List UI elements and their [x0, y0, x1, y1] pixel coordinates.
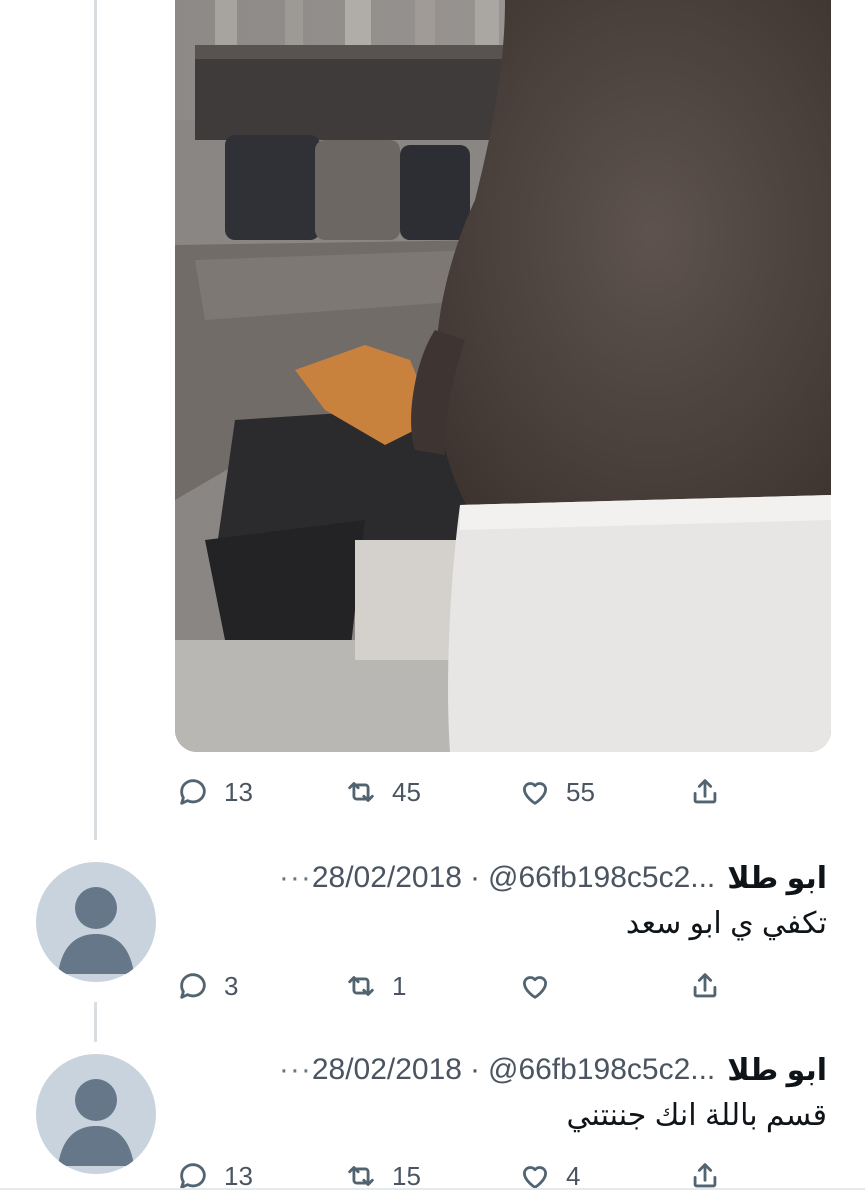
reply-button[interactable]: 13: [176, 1154, 253, 1190]
reply-text: تكفي ي ابو سعد: [625, 907, 827, 940]
retweet-arrows-icon: [348, 782, 374, 802]
reply-count: 3: [224, 970, 239, 1001]
user-handle[interactable]: @66fb198c5c2...: [488, 861, 715, 895]
separator: ·: [469, 1053, 480, 1086]
speech-bubble-icon: [180, 779, 206, 805]
heart-icon: [522, 1166, 548, 1189]
share-button[interactable]: [688, 1154, 722, 1190]
user-handle[interactable]: @66fb198c5c2...: [488, 1053, 715, 1087]
reply-date[interactable]: 28/02/2018: [312, 861, 462, 895]
divider: [0, 1188, 865, 1190]
share-button[interactable]: [688, 964, 722, 1008]
heart-icon: [522, 976, 548, 999]
reply-count: 13: [224, 1160, 253, 1191]
retweet-button[interactable]: 1: [344, 964, 406, 1008]
like-button[interactable]: [518, 964, 566, 1008]
tweet-photo[interactable]: [175, 0, 831, 752]
more-options-icon[interactable]: ···: [279, 861, 312, 895]
avatar[interactable]: [36, 1054, 156, 1174]
default-profile-icon: [58, 887, 134, 974]
share-upload-icon: [693, 973, 717, 998]
like-count: 4: [566, 1160, 581, 1191]
share-upload-icon: [693, 779, 717, 804]
avatar[interactable]: [36, 862, 156, 982]
reply-button[interactable]: 13: [176, 770, 253, 814]
retweet-count: 45: [392, 776, 421, 807]
reply-date[interactable]: 28/02/2018: [312, 1053, 462, 1087]
reply-header: ابو طلا @66fb198c5c2... · 28/02/2018 ···: [263, 1050, 827, 1090]
retweet-count: 15: [392, 1160, 421, 1191]
retweet-button[interactable]: 15: [344, 1154, 421, 1190]
reply-actions: 13 15 4: [176, 1154, 736, 1190]
thread-line: [94, 0, 97, 840]
thread-line: [94, 1002, 97, 1042]
share-button[interactable]: [688, 770, 722, 814]
display-name[interactable]: ابو طلا: [727, 1053, 827, 1088]
display-name[interactable]: ابو طلا: [727, 861, 827, 896]
retweet-button[interactable]: 45: [344, 770, 421, 814]
retweet-arrows-icon: [348, 976, 374, 996]
reply-actions: 3 1: [176, 964, 736, 1008]
heart-icon: [522, 782, 548, 805]
default-profile-icon: [58, 1079, 134, 1166]
reply-count: 13: [224, 776, 253, 807]
like-button[interactable]: 4: [518, 1154, 580, 1190]
reply-header: ابو طلا @66fb198c5c2... · 28/02/2018 ···: [263, 858, 827, 898]
like-button[interactable]: 55: [518, 770, 595, 814]
reply-tweet[interactable]: ابو طلا @66fb198c5c2... · 28/02/2018 ···…: [0, 858, 865, 1008]
retweet-count: 1: [392, 970, 407, 1001]
speech-bubble-icon: [180, 1163, 206, 1189]
speech-bubble-icon: [180, 973, 206, 999]
tweet-actions: 13 45 55: [176, 770, 736, 814]
retweet-arrows-icon: [348, 1166, 374, 1186]
like-count: 55: [566, 776, 595, 807]
reply-tweet[interactable]: ابو طلا @66fb198c5c2... · 28/02/2018 ···…: [0, 1050, 865, 1199]
reply-button[interactable]: 3: [176, 964, 238, 1008]
more-options-icon[interactable]: ···: [279, 1053, 312, 1087]
reply-text: قسم باللة انك جننتني: [566, 1099, 827, 1132]
share-upload-icon: [693, 1163, 717, 1188]
separator: ·: [469, 861, 480, 894]
